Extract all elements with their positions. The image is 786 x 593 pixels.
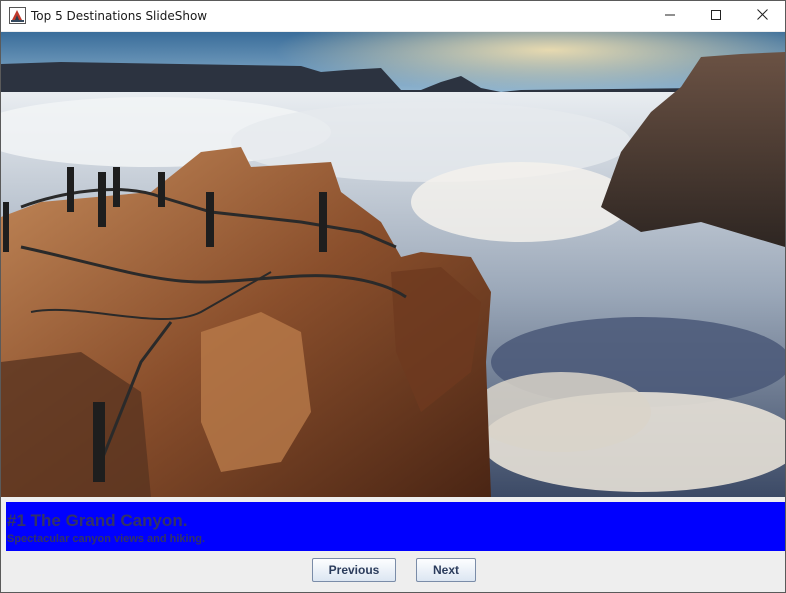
next-button[interactable]: Next	[416, 558, 476, 582]
slideshow-window: Top 5 Destinations SlideShow #1 The Gran…	[0, 0, 786, 593]
maximize-button[interactable]	[693, 1, 739, 31]
minimize-button[interactable]	[647, 1, 693, 31]
close-button[interactable]	[739, 1, 785, 31]
grand-canyon-photo	[1, 32, 785, 497]
title-bar[interactable]: Top 5 Destinations SlideShow	[1, 1, 785, 31]
window-title: Top 5 Destinations SlideShow	[31, 9, 208, 23]
slide-description: Spectacular canyon views and hiking.	[7, 533, 206, 545]
slide-caption: #1 The Grand Canyon. Spectacular canyon …	[6, 502, 785, 551]
java-app-icon	[9, 7, 26, 24]
minimize-icon	[665, 7, 675, 25]
close-icon	[756, 7, 768, 25]
slide-title: #1 The Grand Canyon.	[7, 511, 188, 530]
maximize-icon	[711, 7, 721, 25]
previous-button[interactable]: Previous	[312, 558, 396, 582]
